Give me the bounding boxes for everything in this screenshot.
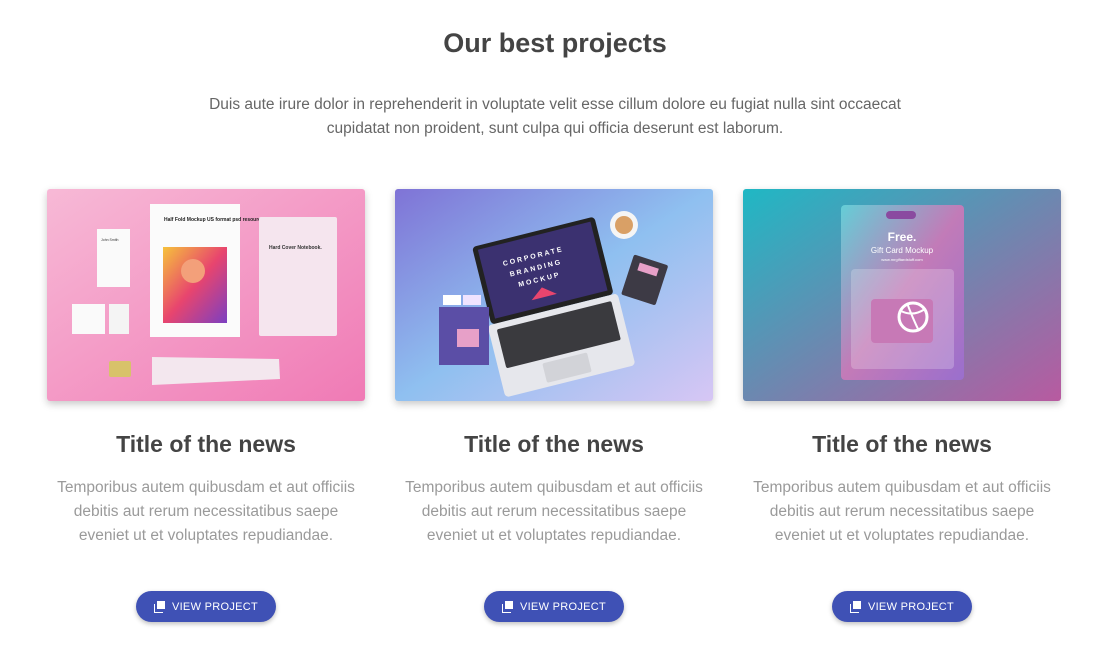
gift-card-mockup-illustration: Free. Gift Card Mockup www.mrgiftardstuf… xyxy=(743,189,1061,401)
gift-url: www.mrgiftardstuff.com xyxy=(881,257,923,262)
view-project-button[interactable]: VIEW PROJECT xyxy=(832,591,972,622)
gift-subline: Gift Card Mockup xyxy=(871,246,934,255)
notebook-title-text: Hard Cover Notebook. xyxy=(269,245,322,251)
view-project-button[interactable]: VIEW PROJECT xyxy=(136,591,276,622)
gift-headline: Free. xyxy=(888,230,917,244)
branding-mockup-illustration: CORPORATE BRANDING MOCKUP xyxy=(395,189,713,401)
projects-section: Our best projects Duis aute irure dolor … xyxy=(0,0,1110,667)
card-title: Title of the news xyxy=(116,431,296,457)
view-project-label: VIEW PROJECT xyxy=(171,600,259,613)
card-text: Temporibus autem quibusdam et aut offici… xyxy=(753,479,1051,544)
project-image-stationery[interactable]: John Smith Half Fold Mockup US format ps… xyxy=(47,189,365,401)
stationery-mockup-illustration: John Smith Half Fold Mockup US format ps… xyxy=(47,189,365,401)
project-card: John Smith Half Fold Mockup US format ps… xyxy=(47,189,365,622)
project-card: CORPORATE BRANDING MOCKUP Title of the n… xyxy=(395,189,713,622)
section-title: Our best projects xyxy=(443,28,667,58)
copy-icon xyxy=(849,601,861,613)
view-project-label: VIEW PROJECT xyxy=(867,600,955,613)
card-title: Title of the news xyxy=(464,431,644,457)
project-card: Free. Gift Card Mockup www.mrgiftardstuf… xyxy=(743,189,1061,622)
view-project-label: VIEW PROJECT xyxy=(519,600,607,613)
project-image-branding[interactable]: CORPORATE BRANDING MOCKUP xyxy=(395,189,713,401)
project-image-gift-card[interactable]: Free. Gift Card Mockup www.mrgiftardstuf… xyxy=(743,189,1061,401)
card-title: Title of the news xyxy=(812,431,992,457)
card-name-text: John Smith xyxy=(101,238,119,242)
view-project-button[interactable]: VIEW PROJECT xyxy=(484,591,624,622)
copy-icon xyxy=(501,601,513,613)
section-intro: Duis aute irure dolor in reprehenderit i… xyxy=(209,96,901,137)
card-text: Temporibus autem quibusdam et aut offici… xyxy=(57,479,355,544)
card-text: Temporibus autem quibusdam et aut offici… xyxy=(405,479,703,544)
copy-icon xyxy=(153,601,165,613)
